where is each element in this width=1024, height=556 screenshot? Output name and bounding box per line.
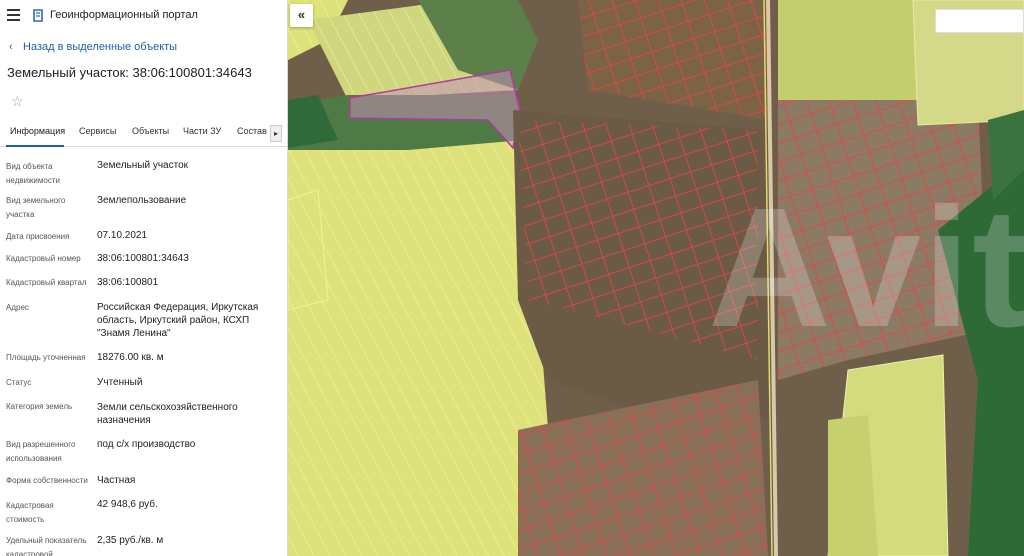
active-tab-indicator <box>6 145 64 147</box>
field-label: Кадастровый квартал <box>6 278 87 287</box>
tab-parts[interactable]: Части ЗУ <box>183 126 221 136</box>
field-value: Земельный участок <box>97 160 189 171</box>
field-label: Удельный показатель кадастровой <box>6 536 87 556</box>
field-label: Категория земель <box>6 402 73 411</box>
field-label: Кадастровая стоимость <box>6 501 54 524</box>
field-label: Вид объекта недвижимости <box>6 162 60 185</box>
star-icon[interactable]: ☆ <box>11 94 24 108</box>
field-value: 18276.00 кв. м <box>97 352 164 363</box>
chevron-left-icon: ‹ <box>9 41 13 53</box>
map-view[interactable]: Avito <box>288 0 1024 556</box>
field-label: Форма собственности <box>6 476 88 485</box>
info-panel: Геоинформационный портал ‹ Назад в выделе… <box>0 0 288 556</box>
field-value: Земли сельскохозяйственного назначения <box>97 402 238 426</box>
tab-objects[interactable]: Объекты <box>132 126 169 136</box>
field-label: Вид земельного участка <box>6 196 66 219</box>
chevron-right-icon[interactable]: ▸ <box>270 125 282 142</box>
field-label: Дата присвоения <box>6 232 70 241</box>
top-bar: Геоинформационный портал <box>0 0 287 32</box>
menu-icon[interactable] <box>7 9 20 21</box>
double-chevron-left-icon[interactable]: « <box>290 4 313 27</box>
app-title: Геоинформационный портал <box>50 9 198 21</box>
field-label: Кадастровый номер <box>6 254 81 263</box>
field-label: Вид разрешенного использования <box>6 440 76 463</box>
tab-bar: Информация Сервисы Объекты Части ЗУ Сост… <box>0 120 287 147</box>
field-value: Учтенный <box>97 377 143 388</box>
field-value: 38:06:100801 <box>97 277 159 288</box>
tab-info[interactable]: Информация <box>10 126 65 136</box>
back-link[interactable]: ‹ Назад в выделенные объекты <box>9 41 177 53</box>
field-value: Российская Федерация, Иркутская область,… <box>97 302 259 339</box>
tab-composition[interactable]: Состав <box>237 126 267 136</box>
field-value: Частная <box>97 475 136 486</box>
field-value: 42 948,6 руб. <box>97 499 158 510</box>
field-value: 2,35 руб./кв. м <box>97 535 164 546</box>
field-label: Площадь уточненная <box>6 353 86 362</box>
field-value: 38:06:100801:34643 <box>97 253 189 264</box>
field-label: Адрес <box>6 303 29 312</box>
map-search-box[interactable] <box>935 9 1024 33</box>
map-canvas[interactable] <box>288 0 1024 556</box>
back-link-label: Назад в выделенные объекты <box>23 41 178 53</box>
field-value: 07.10.2021 <box>97 230 148 241</box>
field-label: Статус <box>6 378 32 387</box>
page-title: Земельный участок: 38:06:100801:34643 <box>7 65 252 80</box>
tab-services[interactable]: Сервисы <box>79 126 116 136</box>
portal-logo-icon <box>33 9 43 22</box>
field-value: Землепользование <box>97 195 187 206</box>
field-value: под с/х производство <box>97 439 196 450</box>
